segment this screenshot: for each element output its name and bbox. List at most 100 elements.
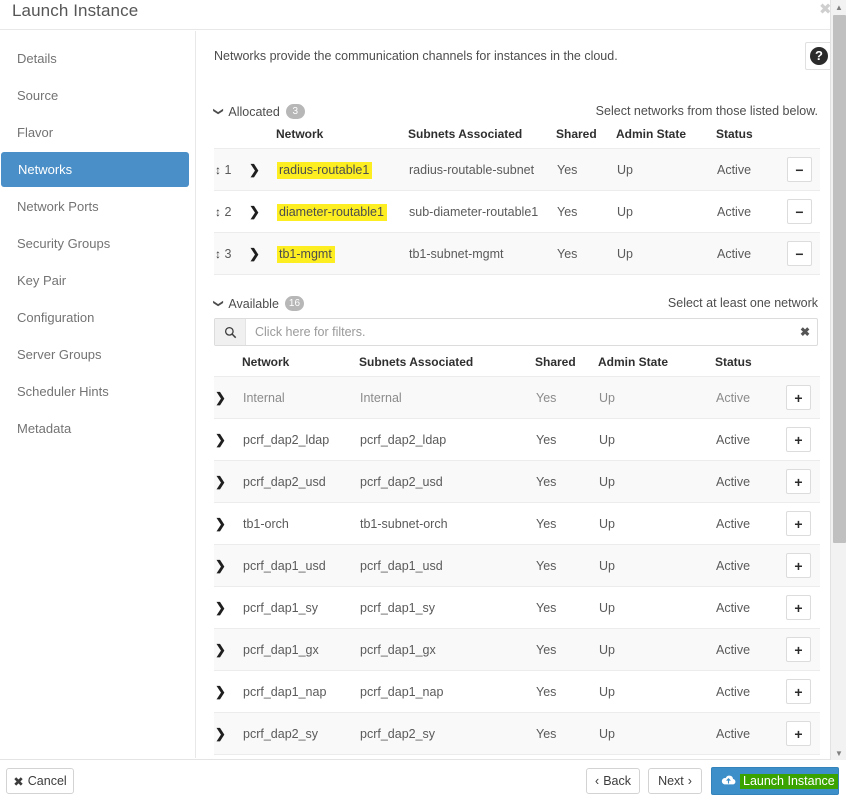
expand-row-chevron-right-icon[interactable]: ❯ — [248, 232, 276, 275]
add-network-button[interactable]: + — [786, 721, 811, 746]
allocated-table-row: ↕ 1 ❯ radius-routable1 radius-routable-subn… — [214, 148, 820, 191]
available-shared: Yes — [535, 628, 598, 671]
allocated-row-order: 3 — [224, 246, 232, 261]
available-table-row: ❯ pcrf_dap1_gx pcrf_dap1_gx Yes Up Active + — [214, 628, 820, 671]
add-network-button[interactable]: + — [786, 595, 811, 620]
add-network-cell: + — [785, 544, 820, 587]
add-network-button[interactable]: + — [786, 679, 811, 704]
launch-instance-label: Launch Instance — [740, 773, 838, 789]
page-scrollbar-thumb[interactable] — [833, 15, 846, 543]
allocated-col-header: Status — [716, 127, 753, 141]
remove-network-cell: − — [786, 232, 820, 275]
back-button[interactable]: ‹ Back — [586, 768, 640, 794]
scroll-down-arrow-icon[interactable]: ▼ — [831, 746, 846, 760]
available-subnet: pcrf_dap2_sy — [359, 712, 535, 755]
sidebar-item-label: Network Ports — [17, 198, 99, 214]
add-network-cell: + — [785, 670, 820, 713]
add-network-button[interactable]: + — [786, 511, 811, 536]
expand-row-chevron-right-icon[interactable]: ❯ — [214, 418, 242, 461]
remove-network-button[interactable]: − — [787, 157, 812, 182]
available-table-body: ❯ Internal Internal Yes Up Active + ❯ pcrf_dap2_… — [214, 376, 820, 758]
sidebar-item-label: Flavor — [17, 124, 54, 140]
back-button-label: Back — [603, 774, 631, 788]
available-label: Available — [228, 296, 279, 311]
available-shared: Yes — [535, 712, 598, 755]
allocated-col-header: Shared — [556, 127, 597, 141]
allocated-col-header: Subnets Associated — [408, 127, 523, 141]
cancel-button[interactable]: ✖ Cancel — [6, 768, 74, 794]
available-section-toggle[interactable]: ❯ Available 16 — [212, 296, 305, 311]
next-button[interactable]: Next › — [648, 768, 702, 794]
expand-row-chevron-right-icon[interactable]: ❯ — [214, 712, 242, 755]
reorder-handle[interactable]: ↕ 1 — [214, 148, 248, 191]
modal-titlebar: Launch Instance — [0, 0, 830, 30]
scroll-up-arrow-icon[interactable]: ▲ — [831, 0, 846, 14]
launch-instance-button[interactable]: Launch Instance — [711, 767, 839, 795]
expand-row-chevron-right-icon[interactable]: ❯ — [214, 628, 242, 671]
allocated-subnet: tb1-subnet-mgmt — [408, 232, 556, 275]
reorder-handle[interactable]: ↕ 3 — [214, 232, 248, 275]
help-icon[interactable]: ? — [805, 42, 830, 70]
sidebar-item-details[interactable]: Details — [0, 42, 190, 74]
available-shared: Yes — [535, 670, 598, 713]
minus-icon: − — [795, 245, 804, 262]
add-network-button[interactable]: + — [786, 637, 811, 662]
expand-row-chevron-right-icon[interactable]: ❯ — [248, 148, 276, 191]
plus-icon: + — [794, 641, 803, 658]
chevron-down-icon: ❯ — [212, 299, 224, 308]
sidebar-item-label: Metadata — [17, 420, 72, 436]
sidebar-item-metadata[interactable]: Metadata — [0, 412, 190, 444]
available-network-name: pcrf_dap1_nap — [242, 670, 359, 713]
sidebar-item-flavor[interactable]: Flavor — [0, 116, 190, 148]
sidebar-item-security-groups[interactable]: Security Groups — [0, 227, 190, 259]
available-network-name: pcrf_dap2_sy — [242, 712, 359, 755]
add-network-button[interactable]: + — [786, 385, 811, 410]
sidebar-item-label: Configuration — [17, 309, 95, 325]
allocated-table-header: Network Subnets Associated Shared Admin Sta… — [214, 127, 820, 149]
sidebar-item-network-ports[interactable]: Network Ports — [0, 190, 190, 222]
available-col-header: Shared — [535, 355, 576, 369]
expand-row-chevron-right-icon[interactable]: ❯ — [214, 586, 242, 629]
expand-row-chevron-right-icon[interactable]: ❯ — [214, 544, 242, 587]
available-network-name: tb1-orch — [242, 502, 359, 545]
available-shared: Yes — [535, 418, 598, 461]
allocated-section-toggle[interactable]: ❯ Allocated 3 — [213, 104, 305, 119]
plus-icon: + — [794, 389, 803, 406]
sidebar-item-label: Scheduler Hints — [17, 383, 109, 399]
search-icon[interactable] — [215, 319, 246, 345]
next-button-label: Next — [658, 774, 684, 788]
sidebar-item-configuration[interactable]: Configuration — [0, 301, 190, 333]
allocated-col-header: Network — [276, 127, 324, 141]
expand-row-chevron-right-icon[interactable]: ❯ — [248, 190, 276, 233]
available-network-name: pcrf_dap1_gx — [242, 628, 359, 671]
expand-row-chevron-right-icon[interactable]: ❯ — [214, 670, 242, 713]
expand-row-chevron-right-icon[interactable]: ❯ — [214, 376, 242, 419]
remove-network-button[interactable]: − — [787, 241, 812, 266]
available-table-row: ❯ pcrf_dap1_usd pcrf_dap1_usd Yes Up Active + — [214, 544, 820, 587]
page-scrollbar[interactable]: ▲ ▼ — [830, 0, 846, 760]
add-network-button[interactable]: + — [786, 553, 811, 578]
sidebar-item-networks[interactable]: Networks — [1, 152, 189, 187]
search-input[interactable] — [246, 324, 793, 340]
available-admin-state: Up — [598, 628, 715, 671]
sidebar-item-source[interactable]: Source — [0, 79, 190, 111]
available-table-row: ❯ Internal Internal Yes Up Active + — [214, 376, 820, 419]
expand-row-chevron-right-icon[interactable]: ❯ — [214, 460, 242, 503]
cancel-button-label: Cancel — [27, 774, 67, 788]
allocated-admin-state: Up — [616, 148, 716, 191]
available-admin-state: Up — [598, 502, 715, 545]
sidebar-item-scheduler-hints[interactable]: Scheduler Hints — [0, 375, 190, 407]
clear-icon[interactable]: ✖ — [793, 325, 817, 339]
sidebar-item-server-groups[interactable]: Server Groups — [0, 338, 190, 370]
wizard-footer: ✖ Cancel ‹ Back Next › Launch Instance — [0, 759, 846, 800]
available-networks-scroll-region: Network Subnets Associated Shared Admin Sta… — [214, 355, 820, 758]
reorder-handle[interactable]: ↕ 2 — [214, 190, 248, 233]
remove-network-button[interactable]: − — [787, 199, 812, 224]
add-network-button[interactable]: + — [786, 427, 811, 452]
expand-row-chevron-right-icon[interactable]: ❯ — [214, 754, 242, 758]
sidebar-item-key-pair[interactable]: Key Pair — [0, 264, 190, 296]
minus-icon: − — [795, 203, 804, 220]
expand-row-chevron-right-icon[interactable]: ❯ — [214, 502, 242, 545]
available-network-name: pcrf_dap2_usd — [242, 460, 359, 503]
add-network-button[interactable]: + — [786, 469, 811, 494]
